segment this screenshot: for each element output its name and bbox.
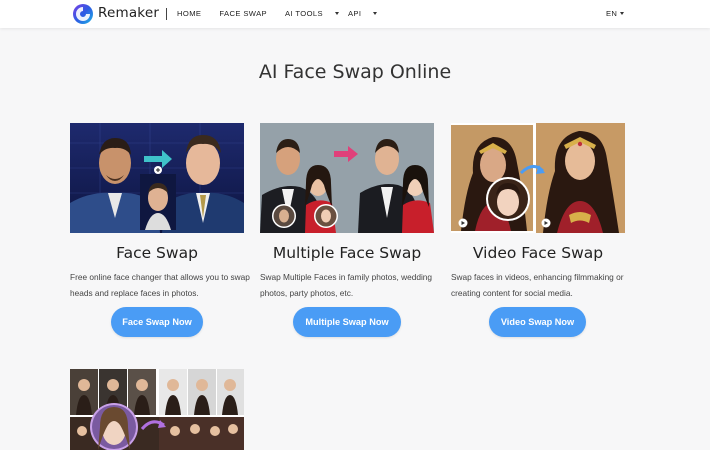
nav-home-label: HOME (177, 9, 202, 18)
remaker-logo-icon[interactable] (72, 3, 94, 25)
multiple-swap-now-button[interactable]: Multiple Swap Now (293, 307, 401, 337)
face-swap-thumbnail[interactable] (70, 123, 244, 233)
card-title: Multiple Face Swap (272, 244, 422, 262)
language-label: EN (606, 9, 618, 18)
language-selector[interactable]: EN (606, 9, 625, 18)
card-title: Face Swap (116, 244, 198, 262)
nav-face-swap[interactable]: FACE SWAP (219, 9, 276, 18)
card-description: Swap Multiple Faces in family photos, we… (260, 272, 433, 298)
nav-api-label: API (347, 9, 362, 18)
brand-name[interactable]: Remaker (98, 5, 159, 21)
nav-home[interactable]: HOME (177, 9, 210, 18)
nav-face-swap-label: FACE SWAP (219, 9, 268, 18)
card-description: Swap faces in videos, enhancing filmmaki… (451, 272, 624, 298)
face-swap-now-button[interactable]: Face Swap Now (111, 307, 203, 337)
video-swap-now-button[interactable]: Video Swap Now (489, 307, 586, 337)
nav-api[interactable]: API (347, 9, 378, 18)
header-divider (166, 8, 167, 20)
card-description: Free online face changer that allows you… (70, 272, 250, 298)
multiple-face-swap-thumbnail[interactable] (260, 123, 434, 233)
caret-down-icon (620, 11, 625, 15)
top-navbar: Remaker HOME FACE SWAP AI TOOLS API EN (0, 0, 710, 28)
caret-down-icon (334, 11, 339, 15)
card-title: Video Face Swap (472, 244, 604, 262)
main-nav: HOME FACE SWAP AI TOOLS API (177, 9, 386, 18)
caret-down-icon (373, 11, 378, 15)
video-face-swap-thumbnail[interactable] (451, 123, 625, 233)
page-title: AI Face Swap Online (258, 61, 452, 83)
nav-ai-tools[interactable]: AI TOOLS (285, 9, 339, 18)
nav-ai-tools-label: AI TOOLS (285, 9, 323, 18)
group-face-swap-thumbnail[interactable] (70, 369, 244, 450)
